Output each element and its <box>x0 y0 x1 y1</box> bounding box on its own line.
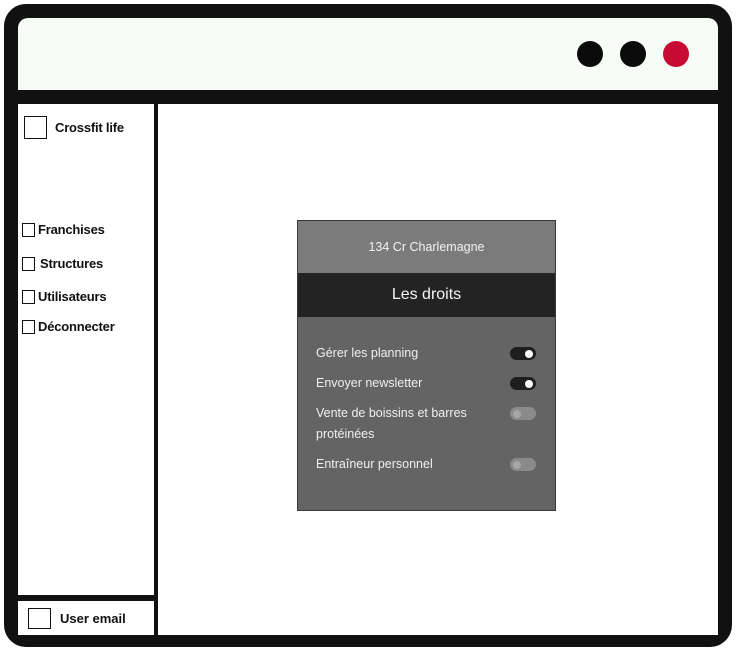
avatar <box>28 607 51 629</box>
main-content: 134 Cr Charlemagne Les droits Gérer les … <box>158 104 718 635</box>
user-email: User email <box>60 610 126 626</box>
permission-toggle[interactable] <box>510 458 536 471</box>
permission-row: Vente de boissins et barres protéinées <box>316 403 536 445</box>
panel-title: Les droits <box>298 273 555 317</box>
permission-toggle[interactable] <box>510 377 536 390</box>
sidebar-item-label: Structures <box>40 256 104 271</box>
sidebar: Crossfit life Franchises Structures Util… <box>18 104 154 595</box>
panel-address: 134 Cr Charlemagne <box>298 221 555 273</box>
sidebar-item-label: Déconnecter <box>38 319 115 334</box>
toggle-knob <box>513 409 521 418</box>
checkbox-icon <box>22 289 35 304</box>
sidebar-item-franchises[interactable]: Franchises <box>22 222 105 237</box>
permission-label: Envoyer newsletter <box>316 376 423 390</box>
window-control-1[interactable] <box>577 41 603 67</box>
permissions-panel: 134 Cr Charlemagne Les droits Gérer les … <box>297 220 556 511</box>
permission-row: Gérer les planning <box>316 343 536 364</box>
permission-toggle[interactable] <box>510 347 536 360</box>
permission-toggle[interactable] <box>510 407 536 420</box>
permission-label: Entraîneur personnel <box>316 457 433 471</box>
permission-row: Envoyer newsletter <box>316 373 536 394</box>
app-window: Crossfit life Franchises Structures Util… <box>4 4 732 647</box>
brand-name: Crossfit life <box>55 120 124 135</box>
permission-row: Entraîneur personnel <box>316 454 536 475</box>
checkbox-icon <box>22 319 35 334</box>
sidebar-item-label: Utilisateurs <box>38 289 107 304</box>
toggle-knob <box>525 379 533 388</box>
logo-placeholder-icon <box>24 116 47 139</box>
sidebar-item-label: Franchises <box>38 222 105 237</box>
sidebar-item-deconnecter[interactable]: Déconnecter <box>22 319 115 334</box>
window-control-close[interactable] <box>663 41 689 67</box>
brand: Crossfit life <box>24 116 124 139</box>
sidebar-item-utilisateurs[interactable]: Utilisateurs <box>22 289 107 304</box>
sidebar-footer[interactable]: User email <box>18 601 154 635</box>
toggle-knob <box>525 349 533 358</box>
permission-label: Gérer les planning <box>316 346 419 360</box>
window-control-2[interactable] <box>620 41 646 67</box>
title-bar <box>18 18 718 90</box>
permission-label: Vente de boissins et barres protéinées <box>316 406 467 441</box>
checkbox-icon <box>22 256 35 271</box>
checkbox-icon <box>22 222 35 237</box>
sidebar-item-structures[interactable]: Structures <box>22 256 103 271</box>
toggle-knob <box>513 460 521 469</box>
